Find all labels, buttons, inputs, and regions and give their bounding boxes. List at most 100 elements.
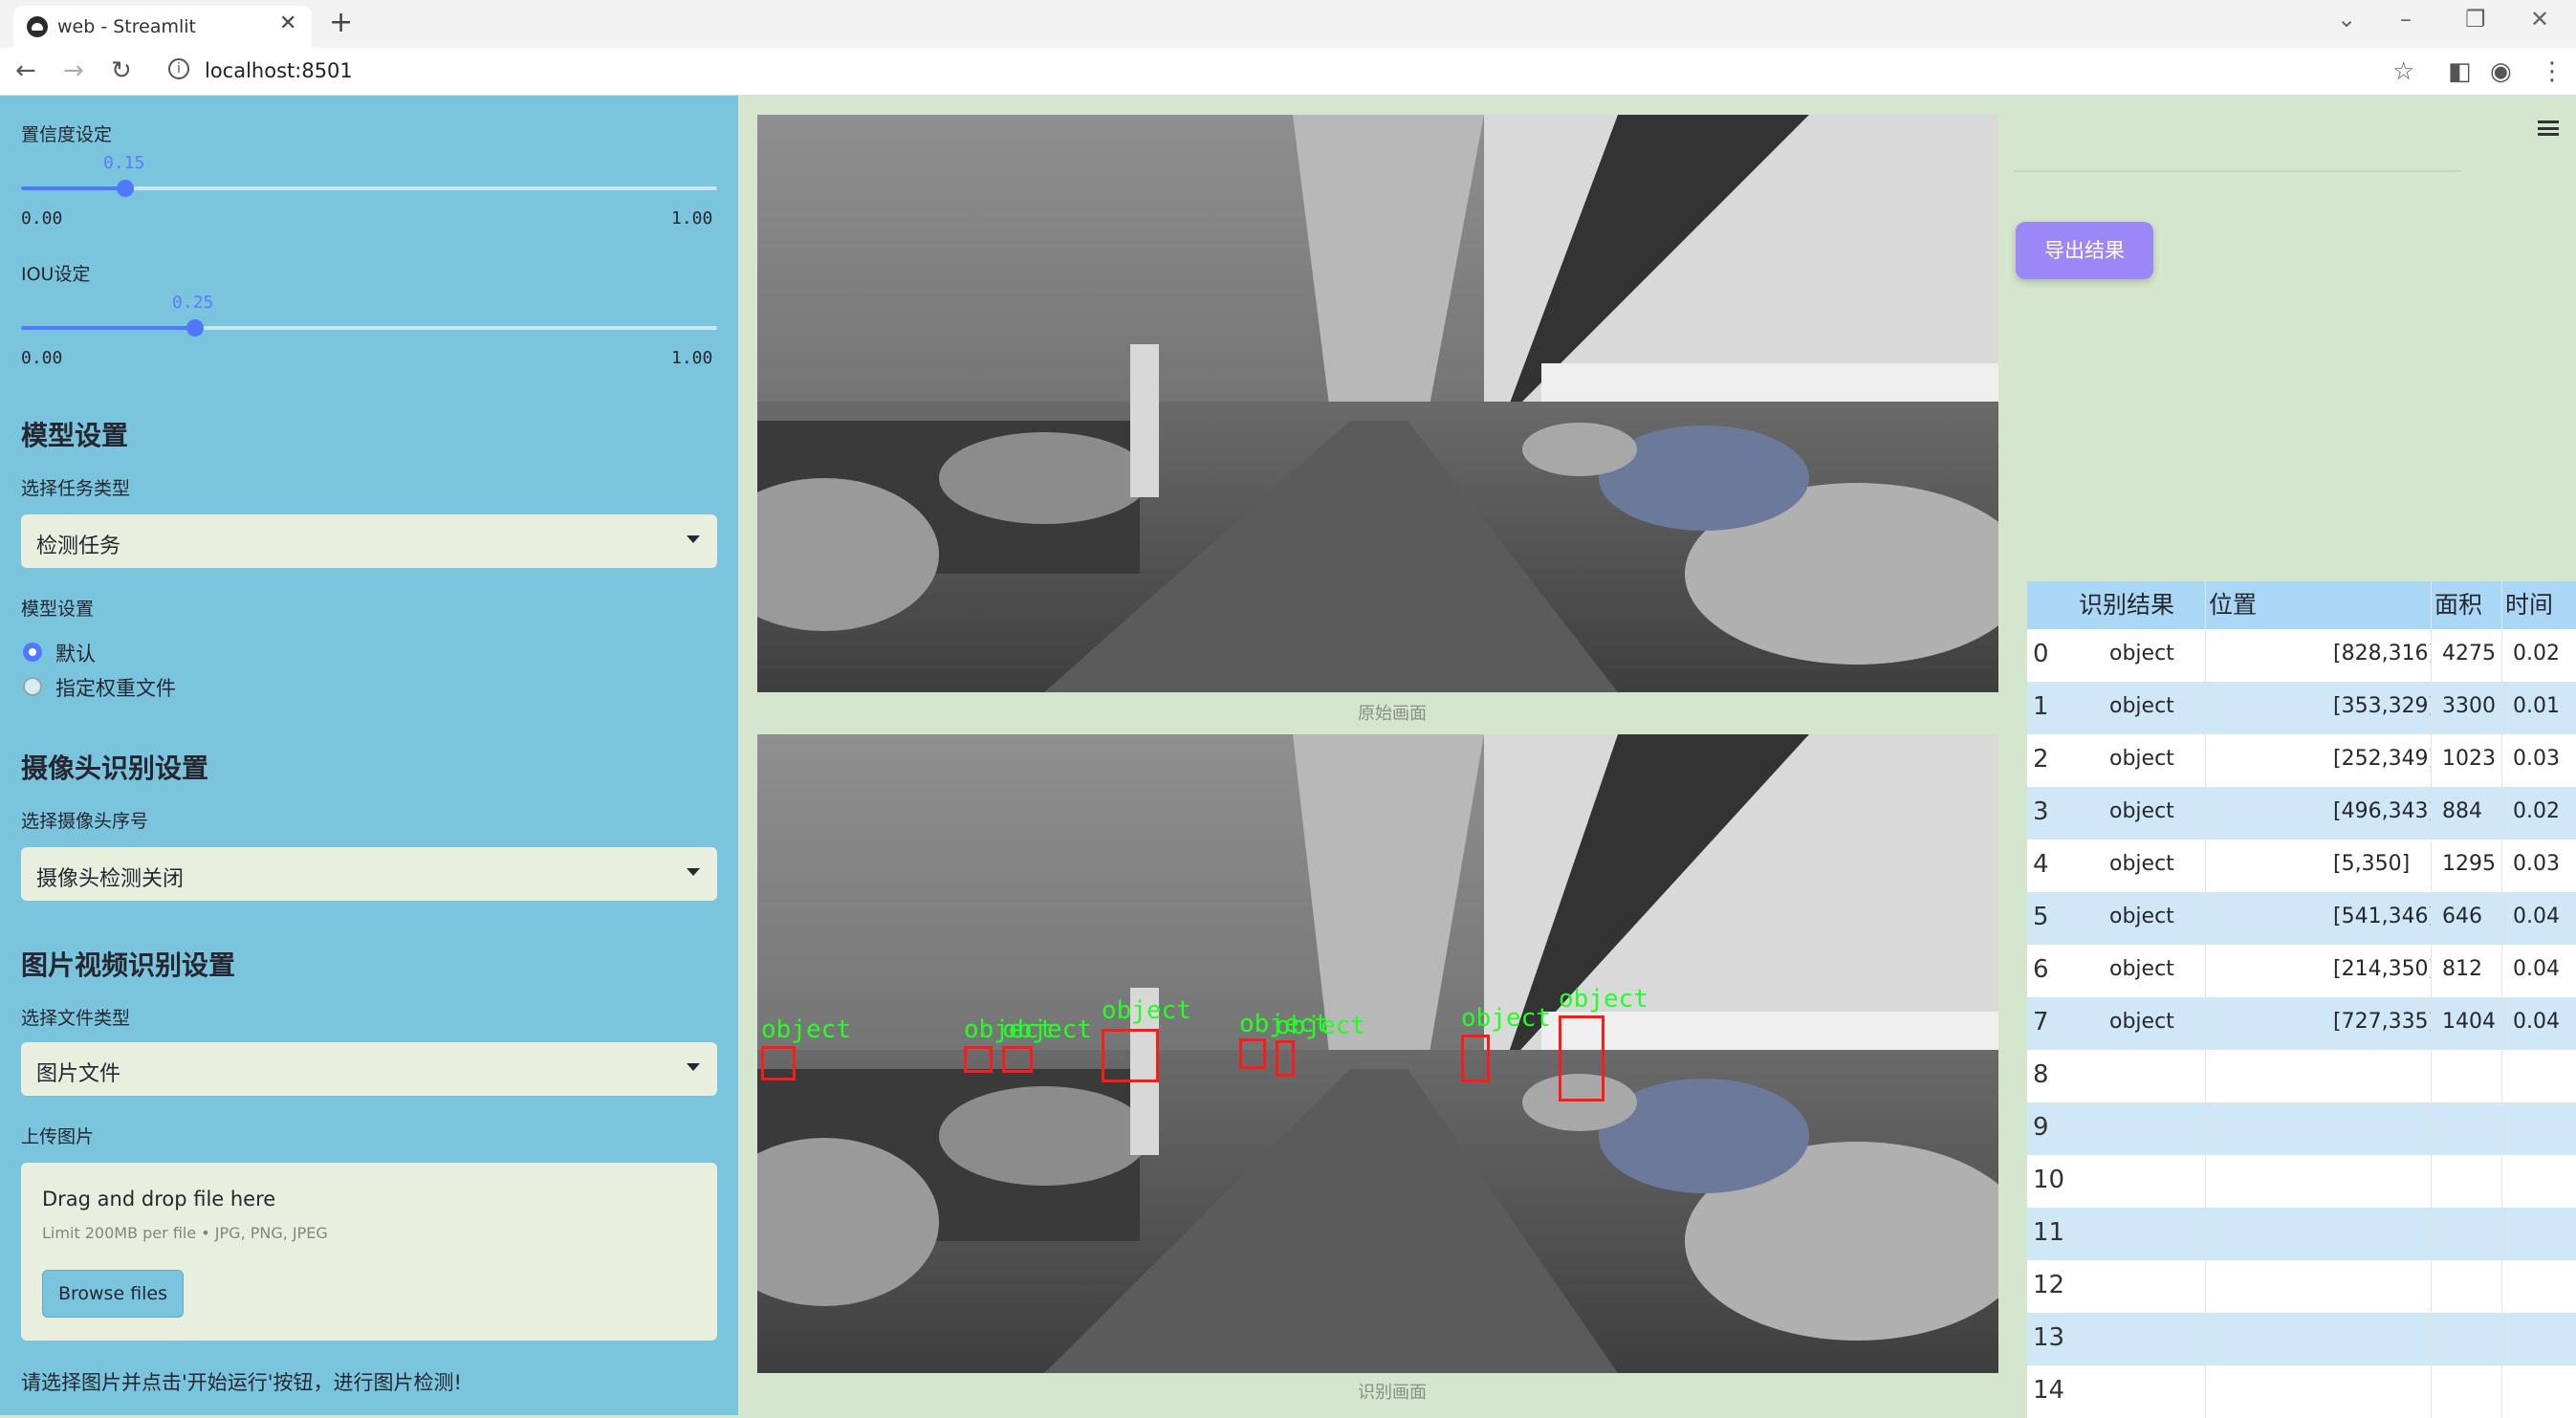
- detection-box: [1002, 1046, 1033, 1073]
- table-row[interactable]: 12: [2027, 1260, 2576, 1313]
- camera-select[interactable]: 摄像头检测关闭: [21, 847, 717, 901]
- row-area: [2442, 1365, 2501, 1418]
- address-bar: ← → ↻ i localhost:8501 ☆ ◧ ◉ ⋮: [0, 48, 2576, 96]
- row-index: 13: [2033, 1323, 2065, 1352]
- row-index: 3: [2033, 797, 2049, 826]
- detection-label: object: [1102, 996, 1191, 1025]
- iou-slider-thumb[interactable]: [186, 319, 204, 337]
- row-area: [2442, 1155, 2501, 1208]
- results-panel: 导出结果 识别结果 位置 面积 时间 0 object [828,316] 4275 0.02 1…: [2012, 96, 2576, 1418]
- detection-label: object: [1002, 1015, 1092, 1044]
- table-row[interactable]: 7 object [727,335] 1404 0.04: [2027, 997, 2576, 1050]
- minimize-icon[interactable]: –: [2400, 6, 2412, 33]
- row-result: [2109, 1208, 2205, 1260]
- profile-icon[interactable]: ◉: [2490, 57, 2512, 86]
- table-row[interactable]: 10: [2027, 1155, 2576, 1208]
- upload-label: 上传图片: [21, 1126, 95, 1147]
- row-time: 0.04: [2513, 1010, 2560, 1034]
- confidence-slider-thumb[interactable]: [117, 180, 135, 197]
- table-row[interactable]: 3 object [496,343] 884 0.02: [2027, 787, 2576, 840]
- model-section-title: 模型设置: [21, 420, 129, 451]
- file-type-select[interactable]: 图片文件: [21, 1042, 717, 1096]
- detected-image: object object object object object objec…: [757, 734, 1998, 1373]
- detection-box: [964, 1046, 993, 1073]
- confidence-min: 0.00: [21, 208, 63, 229]
- reload-icon[interactable]: ↻: [111, 56, 132, 85]
- table-row[interactable]: 2 object [252,349] 1023 0.03: [2027, 734, 2576, 787]
- table-row[interactable]: 4 object [5,350] 1295 0.03: [2027, 840, 2576, 892]
- site-info-icon[interactable]: i: [168, 58, 189, 79]
- row-result: object: [2109, 1010, 2174, 1034]
- table-header-cell[interactable]: 面积: [2434, 581, 2505, 634]
- back-icon[interactable]: ←: [15, 56, 36, 85]
- row-index: 5: [2033, 903, 2049, 931]
- close-window-icon[interactable]: ✕: [2530, 6, 2549, 33]
- restore-icon[interactable]: ❐: [2465, 6, 2486, 33]
- browser-tab[interactable]: web - Streamlit ✕: [13, 6, 312, 48]
- table-row[interactable]: 6 object [214,350] 812 0.04: [2027, 945, 2576, 997]
- row-index: 7: [2033, 1008, 2049, 1036]
- iou-label: IOU设定: [21, 264, 91, 285]
- browse-files-button[interactable]: Browse files: [42, 1270, 184, 1318]
- row-area: [2442, 1102, 2501, 1155]
- side-panel-icon[interactable]: ◧: [2448, 57, 2472, 86]
- iou-value: 0.25: [172, 293, 214, 313]
- table-header-cell[interactable]: 位置: [2209, 581, 2434, 634]
- browser-tab-bar: web - Streamlit ✕ + ⌄ – ❐ ✕: [0, 0, 2576, 48]
- chevron-down-icon: [687, 868, 700, 876]
- row-index: 11: [2033, 1218, 2065, 1247]
- table-row[interactable]: 14: [2027, 1365, 2576, 1418]
- table-row[interactable]: 5 object [541,346] 646 0.04: [2027, 892, 2576, 945]
- file-uploader-dropzone[interactable]: Drag and drop file here Limit 200MB per …: [21, 1163, 717, 1341]
- bookmark-star-icon[interactable]: ☆: [2392, 57, 2414, 86]
- iou-max: 1.00: [671, 348, 713, 368]
- sidebar: 置信度设定 0.15 0.00 1.00 IOU设定 0.25 0.00 1.0…: [0, 96, 738, 1415]
- table-row[interactable]: 13: [2027, 1313, 2576, 1365]
- detection-box: [1461, 1035, 1490, 1082]
- table-row[interactable]: 0 object [828,316] 4275 0.02: [2027, 629, 2576, 682]
- radio-default-label: 默认: [55, 643, 96, 665]
- row-position: [2333, 1050, 2431, 1102]
- browser-menu-icon[interactable]: ⋮: [2540, 57, 2565, 86]
- close-tab-icon[interactable]: ✕: [279, 11, 296, 35]
- row-position: [496,343]: [2333, 799, 2431, 823]
- row-result: object: [2109, 905, 2174, 928]
- row-index: 9: [2033, 1113, 2049, 1142]
- original-image: [757, 115, 1998, 692]
- export-results-button[interactable]: 导出结果: [2016, 222, 2153, 279]
- radio-default[interactable]: [23, 643, 42, 662]
- new-tab-icon[interactable]: +: [329, 6, 353, 39]
- table-header-cell[interactable]: 识别结果: [2079, 581, 2209, 634]
- radio-custom-weights[interactable]: [23, 677, 42, 696]
- row-position: [214,350]: [2333, 957, 2431, 981]
- row-time: [2513, 1313, 2576, 1365]
- detection-label: object: [1276, 1012, 1365, 1040]
- chevron-down-icon: [687, 535, 700, 543]
- row-area: 884: [2442, 799, 2482, 823]
- detection-box: [1239, 1038, 1266, 1069]
- table-header-cell[interactable]: 时间: [2505, 581, 2576, 634]
- upload-drag-text: Drag and drop file here: [42, 1188, 276, 1211]
- row-time: [2513, 1208, 2576, 1260]
- table-row[interactable]: 1 object [353,329] 3300 0.01: [2027, 682, 2576, 734]
- tab-search-icon[interactable]: ⌄: [2337, 6, 2356, 33]
- row-area: 1404: [2442, 1010, 2496, 1034]
- detection-label: object: [1461, 1004, 1551, 1033]
- confidence-slider-fill: [21, 186, 126, 190]
- row-index: 4: [2033, 850, 2049, 879]
- row-area: 1295: [2442, 852, 2496, 876]
- hamburger-menu-icon[interactable]: [2538, 120, 2559, 136]
- row-index: 1: [2033, 692, 2049, 721]
- row-index: 12: [2033, 1271, 2065, 1299]
- table-row[interactable]: 9: [2027, 1102, 2576, 1155]
- media-section-title: 图片视频识别设置: [21, 949, 236, 981]
- hint-text: 请选择图片并点击'开始运行'按钮，进行图片检测!: [21, 1371, 462, 1394]
- forward-icon[interactable]: →: [63, 56, 84, 85]
- task-type-value: 检测任务: [36, 534, 121, 558]
- detection-box: [1102, 1029, 1159, 1082]
- table-row[interactable]: 8: [2027, 1050, 2576, 1102]
- task-type-select[interactable]: 检测任务: [21, 514, 717, 568]
- url-field[interactable]: i localhost:8501: [159, 55, 2396, 88]
- row-index: 0: [2033, 640, 2049, 668]
- table-row[interactable]: 11: [2027, 1208, 2576, 1260]
